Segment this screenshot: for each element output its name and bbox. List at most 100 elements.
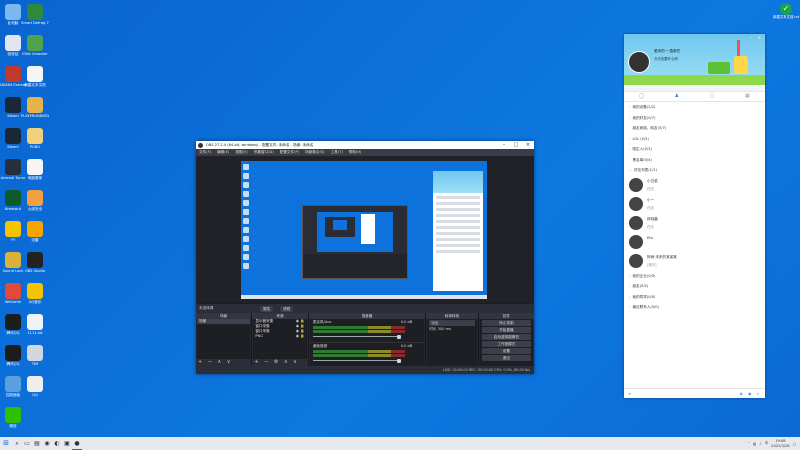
close-icon[interactable]: × — [522, 141, 534, 149]
sources-footer-buttons[interactable]: + − ⚙ ∧ ∨ — [252, 359, 308, 366]
desktop-icon[interactable]: PLAYERUNKNOWN'S BATTLEGROUNDS — [21, 97, 49, 118]
desktop-icon[interactable]: 新建文本文档 — [21, 66, 49, 87]
desktop-icon[interactable]: QQ — [21, 376, 49, 397]
task-view-icon[interactable]: ▭ — [22, 437, 32, 450]
input-language[interactable]: 中 — [765, 441, 769, 446]
avatar — [629, 177, 643, 192]
search-icon[interactable]: ⌕ — [12, 437, 22, 450]
start-streaming-button[interactable]: 开始直播 — [481, 327, 532, 333]
tab-contacts[interactable]: ♟ — [659, 92, 694, 101]
volume-meter — [312, 350, 405, 353]
qq-signature[interactable]: 今天也要开心呀 — [654, 56, 678, 61]
stop-recording-button[interactable]: 停止录制 — [481, 320, 532, 326]
mixer-channel: 桌面音频 0.0 dB — [309, 343, 425, 367]
desktop-icon[interactable]: TIM — [21, 345, 49, 366]
desktop-icon[interactable]: 电脑管家 — [21, 159, 49, 180]
transition-select[interactable]: 淡出 — [429, 320, 475, 326]
scenes-footer-buttons[interactable]: + − ∧ ∨ — [196, 359, 252, 366]
group-item[interactable]: › 我的好友(0/7) — [624, 113, 765, 124]
menu-scene-collection[interactable]: 场景集合(S) — [305, 149, 324, 156]
clock[interactable]: 19:08 2022/3/26 — [771, 439, 789, 447]
friend-item[interactable]: 阿雨·未来的某某某 [离开] — [624, 252, 765, 271]
network-icon[interactable]: ▥ — [753, 442, 756, 446]
desktop-icon[interactable]: 迅雷 — [21, 221, 49, 242]
maximize-icon[interactable]: □ — [510, 141, 522, 149]
menu-edit[interactable]: 编辑(E) — [217, 149, 229, 156]
menu-docks[interactable]: 停靠窗口(D) — [254, 149, 274, 156]
menu-icon[interactable]: ≡ — [628, 389, 631, 398]
group-item[interactable]: › 最近联系人(0/0) — [624, 302, 765, 313]
menu-file[interactable]: 文件(F) — [199, 149, 211, 156]
group-item[interactable]: › 我的企业(0/0) — [624, 271, 765, 282]
exit-button[interactable]: 退出 — [481, 355, 532, 361]
duration-input[interactable]: 300 ms — [438, 327, 451, 331]
qq-window-controls[interactable]: – × — [750, 35, 763, 40]
notification-icon[interactable]: ▢ — [793, 442, 796, 446]
group-item[interactable]: › 朋友(0/2) — [624, 281, 765, 292]
filters-button[interactable]: 滤镜 — [280, 306, 294, 312]
desktop-icon[interactable]: 火绒安全 — [21, 190, 49, 211]
friend-item[interactable]: 林晓晨 在线 — [624, 214, 765, 233]
preview-nested-qq — [433, 171, 483, 291]
avatar[interactable] — [628, 51, 650, 73]
obs-statusbar: LIVE: 00:00:00 REC: 00:00:00 CPU: 0.9%, … — [196, 366, 534, 374]
friend-item[interactable]: Eta — [624, 233, 765, 252]
qq-search-input[interactable] — [624, 85, 765, 92]
desktop-icon-label: PUBG — [30, 145, 40, 149]
menu-view[interactable]: 视图(V) — [235, 149, 247, 156]
studio-mode-button[interactable]: 工作室模式 — [481, 341, 532, 347]
tab-messages[interactable]: ◯ — [624, 92, 659, 101]
obs-titlebar[interactable]: OBS 27.2.4 (64-bit, windows) - 配置文件: 未命名… — [196, 141, 534, 149]
group-item[interactable]: › 我的设备(2/2) — [624, 102, 765, 113]
group-item[interactable]: › 我的同学(0/0) — [624, 292, 765, 303]
friend-item[interactable]: 小白菜 在线 — [624, 176, 765, 195]
source-item[interactable]: PNG ◉ 🔒 — [253, 334, 306, 339]
desktop-icon[interactable]: QQ音乐 — [21, 283, 49, 304]
menu-tools[interactable]: 工具(T) — [331, 149, 343, 156]
tray-arrow-icon[interactable]: ˄ — [748, 442, 750, 446]
properties-button[interactable]: 属性 — [260, 306, 274, 312]
group-item[interactable]: › LOL (0/3) — [624, 134, 765, 145]
desktop-icon[interactable]: 微信 — [0, 407, 27, 428]
preview-canvas[interactable] — [241, 161, 487, 299]
desktop-icon-label: IObit Unlocker — [22, 52, 48, 56]
group-item[interactable]: › 陌生人(0/3) — [624, 144, 765, 155]
tab-space[interactable]: ▢ — [695, 92, 730, 101]
qq-taskbar-icon[interactable]: ◐ — [52, 437, 62, 450]
desktop-icon[interactable]: PUBG — [21, 128, 49, 149]
menu-help[interactable]: 帮助(H) — [349, 149, 362, 156]
obs-window[interactable]: OBS 27.2.4 (64-bit, windows) - 配置文件: 未命名… — [196, 141, 535, 374]
minimize-icon[interactable]: – — [498, 141, 510, 149]
volume-slider[interactable] — [312, 358, 401, 363]
explorer-icon[interactable]: ▤ — [32, 437, 42, 450]
desktop-icon[interactable]: IObit Unlocker — [21, 35, 49, 56]
desktop-icon-label: OBS Studio — [24, 269, 46, 273]
windows-start-icon[interactable]: ⊞ — [0, 437, 12, 450]
volume-icon[interactable]: ♪ — [759, 442, 761, 446]
desktop-file-notify[interactable]: ✓ 新建文本文档.txt — [772, 3, 800, 19]
group-item[interactable]: ⌄ 好友列表(1/1) — [624, 165, 765, 176]
desktop-icon-label: 新建文本文档 — [24, 83, 46, 87]
virtual-camera-button[interactable]: 启动虚拟摄像机 — [481, 334, 532, 340]
group-item[interactable]: › 黑名单(0/4) — [624, 155, 765, 166]
obs-preview[interactable] — [196, 156, 534, 303]
app-icon — [27, 376, 43, 392]
store-icon[interactable]: ▣ — [62, 437, 72, 450]
contact-list: › 我的设备(2/2) › 我的好友(0/7) › 朋友家族，网友(5/7) › LOL… — [624, 102, 765, 313]
qq-footer-icons[interactable]: ◈ ◉ ⌕ — [740, 389, 761, 398]
tab-more[interactable]: ▦ — [730, 92, 765, 101]
settings-button[interactable]: 设置 — [481, 348, 532, 354]
app-icon — [5, 407, 21, 423]
desktop-icon[interactable]: Smart Defrag 7 — [21, 4, 49, 25]
volume-slider[interactable] — [312, 334, 401, 339]
friend-item[interactable]: 小一 在线 — [624, 195, 765, 214]
desktop-icon[interactable]: OBS Studio — [21, 252, 49, 273]
group-item[interactable]: › 朋友家族，网友(5/7) — [624, 123, 765, 134]
desktop-icon[interactable]: 1111.txt — [21, 314, 49, 335]
obs-docks: 场景 场景 + − ∧ ∨ 来源 显示器采集 ◉ 🔒 窗口采集 ◉ 🔒 窗口采集 ◉ … — [196, 313, 535, 367]
menu-profile[interactable]: 配置文件(P) — [280, 149, 299, 156]
scene-item[interactable]: 场景 — [197, 319, 251, 324]
chrome-icon[interactable]: ◉ — [42, 437, 52, 450]
qq-window[interactable]: – × 爱你的·一直都在 今天也要开心呀 ◯ ♟ ▢ ▦ › 我的设备(2/2) … — [624, 34, 765, 398]
obs-taskbar-icon[interactable]: ● — [72, 437, 82, 450]
